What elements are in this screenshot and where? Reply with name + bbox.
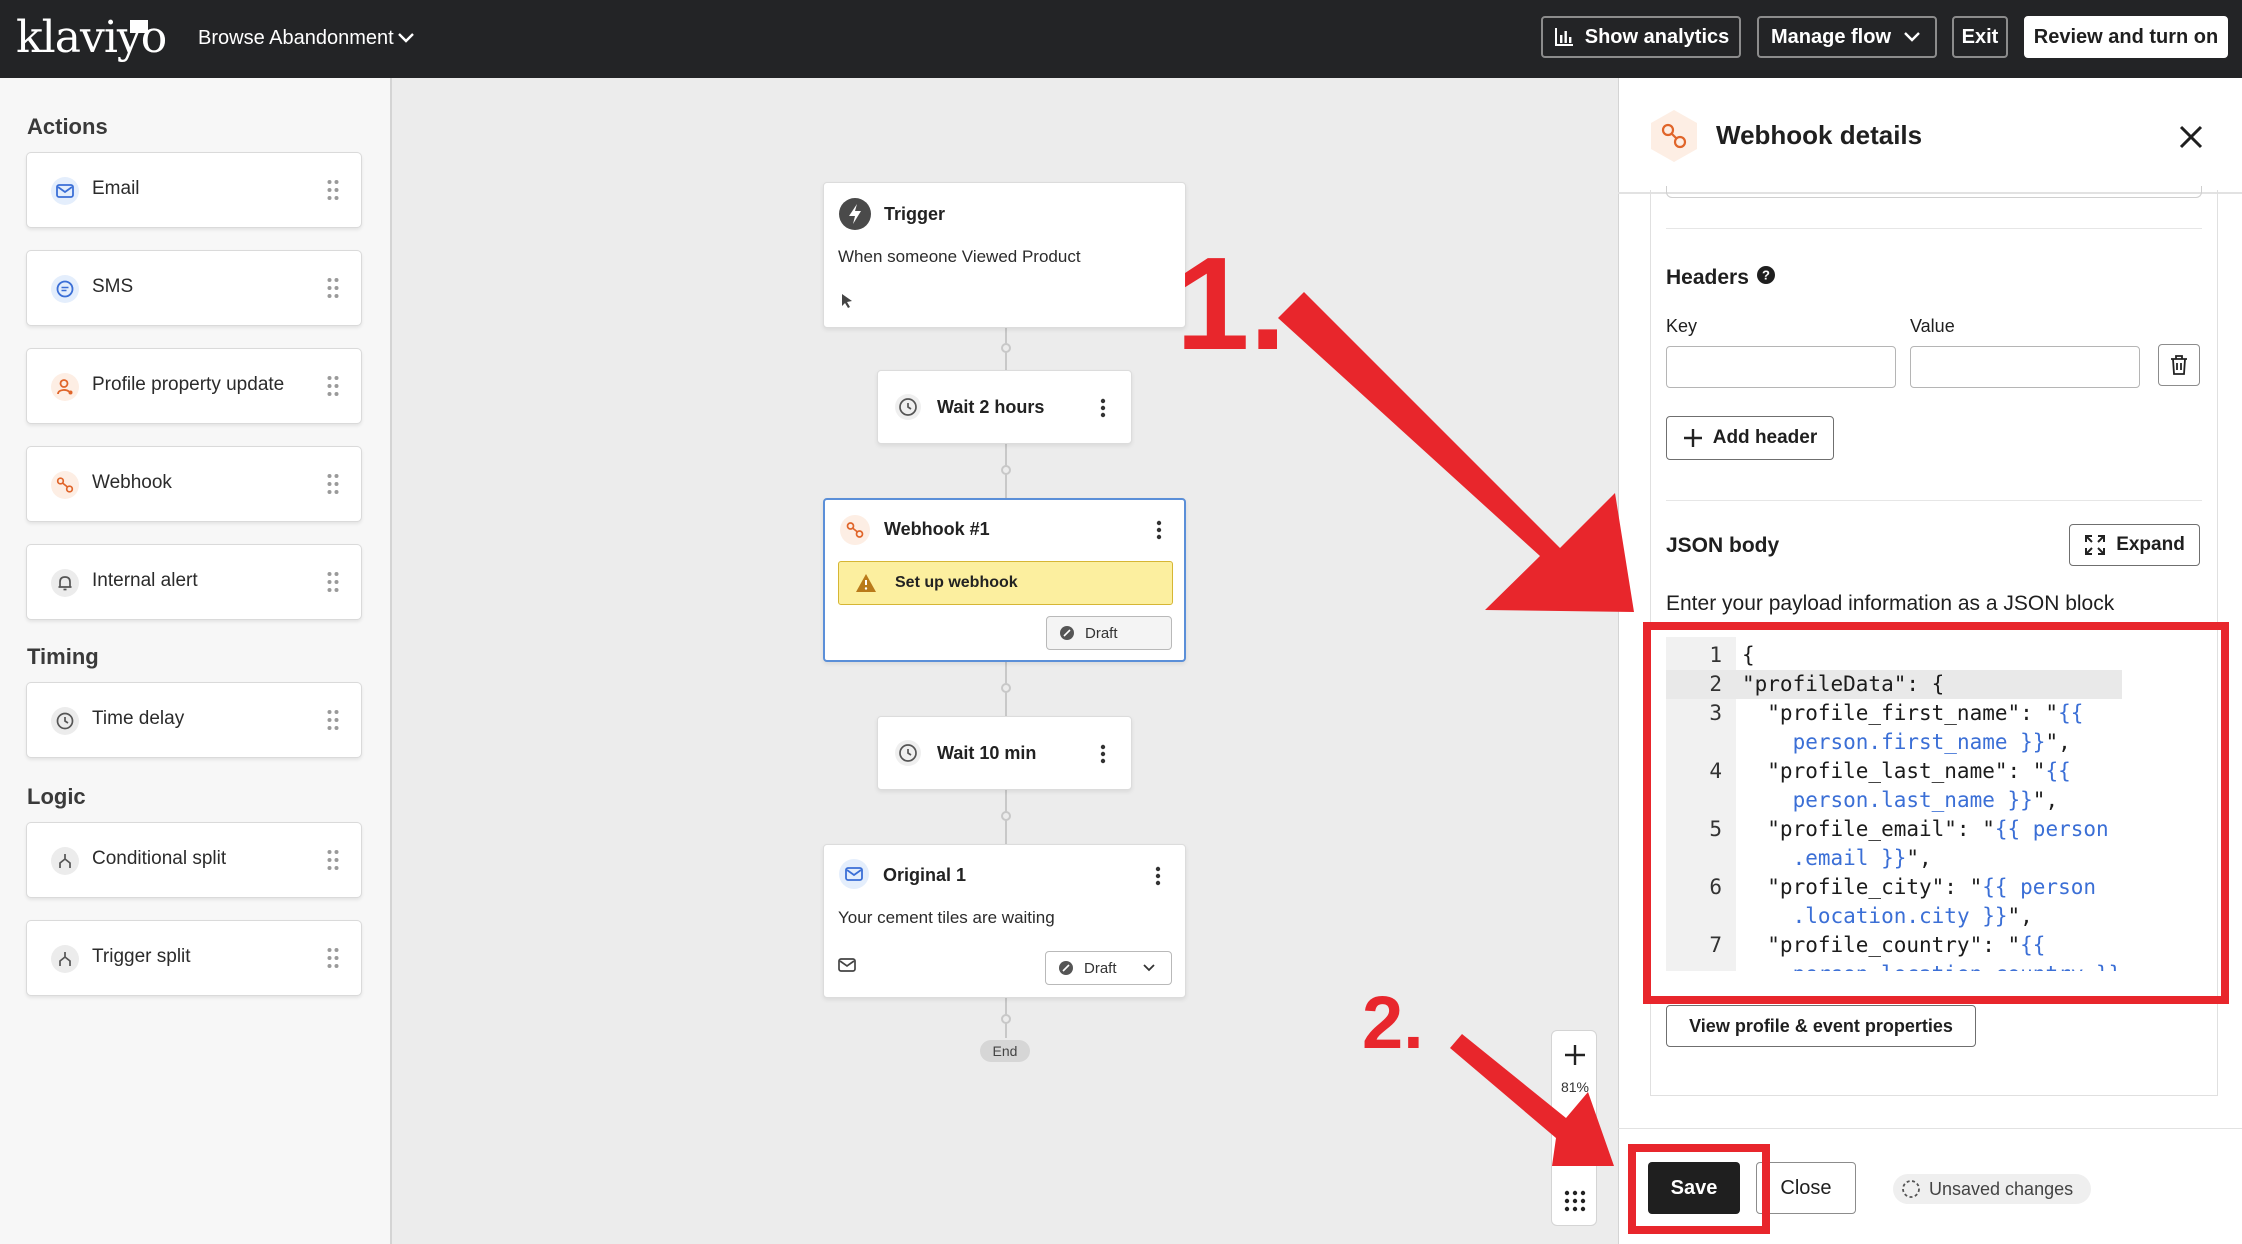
save-button-highlight-box xyxy=(1628,1144,1770,1234)
json-body-highlight-box xyxy=(1643,622,2229,1004)
arrow-2 xyxy=(1450,1034,1614,1166)
arrow-1 xyxy=(1278,292,1634,612)
